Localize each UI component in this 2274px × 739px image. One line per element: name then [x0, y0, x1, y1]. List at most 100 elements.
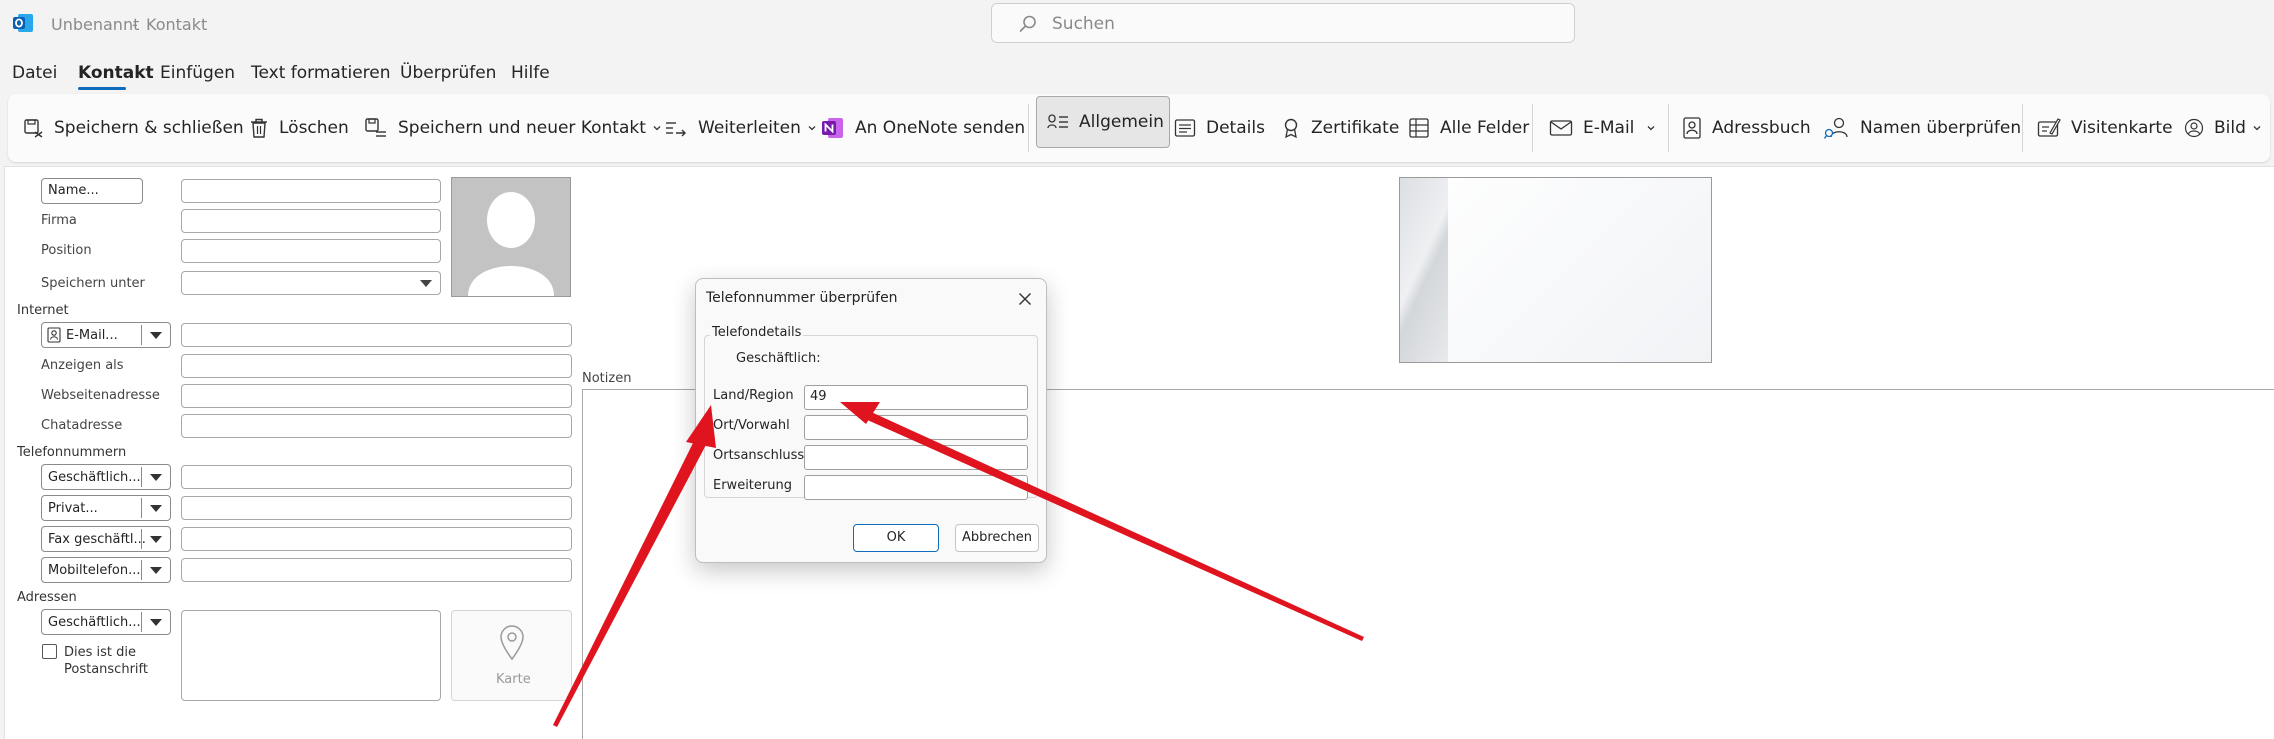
phone-private-dropdown[interactable]: Privat...	[41, 495, 171, 521]
general-view-button[interactable]: Allgemein	[1036, 96, 1170, 148]
dropdown-arrow-icon	[150, 619, 162, 626]
map-label: Karte	[496, 672, 531, 687]
menu-ueberpruefen[interactable]: Überprüfen	[400, 63, 496, 83]
details-icon	[1174, 119, 1196, 137]
dropdown-arrow-icon	[150, 474, 162, 481]
city-code-field[interactable]	[804, 415, 1028, 440]
address-section-label: Adressen	[17, 590, 77, 605]
cancel-button[interactable]: Abbrechen	[955, 524, 1039, 552]
save-close-icon	[24, 119, 43, 138]
business-card-button[interactable]: Visitenkarte	[2037, 94, 2173, 162]
email-button[interactable]: E-Mail	[1549, 94, 1656, 162]
country-region-field[interactable]: 49	[804, 385, 1028, 410]
phone-business-field[interactable]	[181, 465, 572, 489]
close-icon	[1019, 293, 1031, 305]
phone-business-dropdown[interactable]: Geschäftlich...	[41, 464, 171, 490]
city-code-label: Ort/Vorwahl	[713, 418, 790, 433]
business-card-label: Visitenkarte	[2071, 118, 2173, 138]
extension-label: Erweiterung	[713, 478, 792, 493]
trash-icon	[251, 118, 267, 138]
contact-picture[interactable]	[451, 177, 571, 297]
display-as-field[interactable]	[181, 354, 572, 378]
menu-text-formatieren[interactable]: Text formatieren	[251, 63, 391, 83]
save-new-contact-label: Speichern und neuer Kontakt	[398, 118, 646, 138]
name-button[interactable]: Name...	[41, 178, 143, 204]
save-close-button[interactable]: Speichern & schließen	[22, 94, 244, 162]
business-card-icon	[2037, 118, 2061, 137]
menu-datei[interactable]: Datei	[12, 63, 57, 83]
address-business-dropdown[interactable]: Geschäftlich...	[41, 609, 171, 635]
address-textarea[interactable]	[181, 610, 441, 701]
check-names-label: Namen überprüfen	[1860, 118, 2022, 138]
outlook-logo-icon	[12, 12, 34, 34]
phone-fax-dropdown[interactable]: Fax geschäftl...	[41, 526, 171, 552]
map-pin-icon	[500, 625, 524, 661]
details-label: Details	[1206, 118, 1265, 138]
check-names-button[interactable]: Namen überprüfen	[1824, 94, 2021, 162]
chat-address-field[interactable]	[181, 414, 572, 438]
full-name-field[interactable]	[181, 179, 441, 203]
phone-section-label: Telefonnummern	[17, 445, 127, 460]
picture-button[interactable]: Bild	[2184, 94, 2262, 162]
local-number-field[interactable]	[804, 445, 1028, 470]
ribbon-separator	[1532, 104, 1533, 152]
dropdown-arrow-icon	[150, 536, 162, 543]
ribbon-separator	[1668, 104, 1669, 152]
address-business-label: Geschäftlich...	[48, 615, 141, 630]
document-name: Unbenannt	[51, 15, 140, 34]
position-field[interactable]	[181, 239, 441, 263]
menu-hilfe[interactable]: Hilfe	[511, 63, 550, 83]
title-separator: -	[132, 15, 138, 34]
position-label: Position	[41, 243, 92, 258]
phone-business-label: Geschäftlich...	[48, 470, 141, 485]
delete-label: Löschen	[279, 118, 349, 138]
ok-button[interactable]: OK	[853, 524, 939, 552]
address-book-label: Adressbuch	[1712, 118, 1811, 138]
ribbon-separator	[1028, 104, 1029, 152]
address-book-button[interactable]: Adressbuch	[1682, 94, 1811, 162]
extension-field[interactable]	[804, 475, 1028, 500]
phone-mobile-dropdown[interactable]: Mobiltelefon...	[41, 557, 171, 583]
details-view-button[interactable]: Details	[1174, 94, 1265, 162]
email-field[interactable]	[181, 323, 572, 347]
web-address-label: Webseitenadresse	[41, 388, 160, 403]
save-new-contact-button[interactable]: Speichern und neuer Kontakt	[364, 94, 662, 162]
menu-kontakt[interactable]: Kontakt	[78, 63, 154, 83]
address-card-icon	[47, 327, 61, 343]
phone-fax-label: Fax geschäftl...	[48, 532, 146, 547]
save-new-contact-icon	[365, 118, 386, 137]
forward-button[interactable]: Weiterleiten	[664, 94, 817, 162]
certificates-label: Zertifikate	[1311, 118, 1400, 138]
active-menu-indicator	[78, 87, 126, 90]
business-card-preview[interactable]	[1399, 177, 1712, 363]
address-book-icon	[1683, 117, 1701, 139]
company-field[interactable]	[181, 209, 441, 233]
general-view-icon	[1047, 114, 1068, 129]
phone-private-label: Privat...	[48, 501, 98, 516]
all-fields-button[interactable]: Alle Felder	[1408, 94, 1529, 162]
map-button[interactable]: Karte	[451, 610, 572, 701]
phone-private-field[interactable]	[181, 496, 572, 520]
check-names-icon	[1824, 117, 1848, 139]
check-phone-dialog: Telefonnummer überprüfen Telefondetails …	[695, 278, 1047, 563]
phone-mobile-field[interactable]	[181, 558, 572, 582]
local-number-label: Ortsanschluss	[713, 448, 805, 463]
postal-address-label-line2: Postanschrift	[64, 662, 148, 677]
email-dropdown[interactable]: E-Mail...	[41, 322, 171, 348]
save-as-dropdown[interactable]	[181, 271, 441, 295]
chevron-down-icon	[808, 126, 816, 131]
menu-einfuegen[interactable]: Einfügen	[160, 63, 235, 83]
certificates-button[interactable]: Zertifikate	[1281, 94, 1399, 162]
forward-label: Weiterleiten	[698, 118, 801, 138]
phone-fax-field[interactable]	[181, 527, 572, 551]
phone-type-label: Geschäftlich:	[736, 351, 821, 366]
ribbon-separator	[2022, 104, 2023, 152]
delete-button[interactable]: Löschen	[249, 94, 349, 162]
country-region-label: Land/Region	[713, 388, 794, 403]
web-address-field[interactable]	[181, 384, 572, 408]
close-button[interactable]	[1013, 287, 1037, 311]
search-box[interactable]: Suchen	[991, 3, 1575, 43]
postal-address-checkbox[interactable]	[42, 644, 57, 659]
dropdown-arrow-icon	[150, 505, 162, 512]
onenote-button[interactable]: An OneNote senden	[821, 94, 1025, 162]
